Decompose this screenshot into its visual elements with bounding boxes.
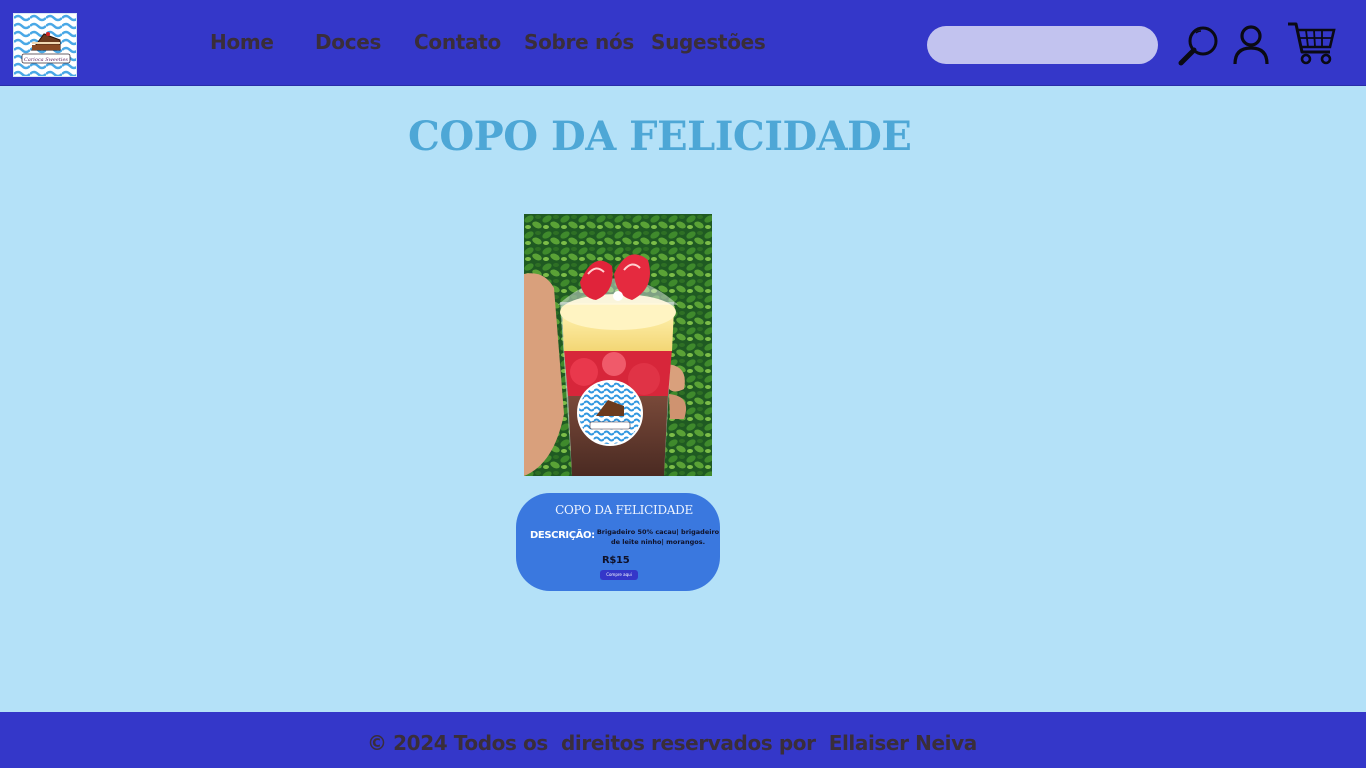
nav-contato[interactable]: Contato [414,30,501,54]
site-header: Carioca Sweeties Home Doces Contato Sobr… [0,0,1366,86]
logo[interactable]: Carioca Sweeties [13,13,77,77]
search-input[interactable] [927,26,1158,64]
page-title: COPO DA FELICIDADE [408,113,912,160]
description-label: DESCRIÇÃO: [530,530,595,541]
user-button[interactable] [1232,24,1270,66]
description-text: Brigadeiro 50% cacau| brigadeiro de leit… [596,528,720,546]
cart-icon [1288,22,1336,65]
search-icon [1178,26,1218,66]
buy-button[interactable]: Compre aqui [600,570,638,580]
footer-copyright: © 2024 Todos os direitos reservados por … [367,731,977,755]
cart-button[interactable] [1286,20,1338,66]
nav-sugestoes[interactable]: Sugestões [651,30,766,54]
logo-text: Carioca Sweeties [24,57,68,63]
logo-image: Carioca Sweeties [14,14,76,76]
product-price: R$15 [602,555,630,566]
search-button[interactable] [1176,24,1222,68]
product-card: COPO DA FELICIDADE DESCRIÇÃO: Brigadeiro… [516,493,720,591]
nav-sobre-nos[interactable]: Sobre nós [524,30,634,54]
nav-doces[interactable]: Doces [315,30,381,54]
user-icon [1233,25,1269,65]
card-title: COPO DA FELICIDADE [555,503,693,517]
site-footer: © 2024 Todos os direitos reservados por … [0,712,1366,768]
product-photo [524,214,712,476]
nav-home[interactable]: Home [210,30,274,54]
product-image [524,214,712,476]
